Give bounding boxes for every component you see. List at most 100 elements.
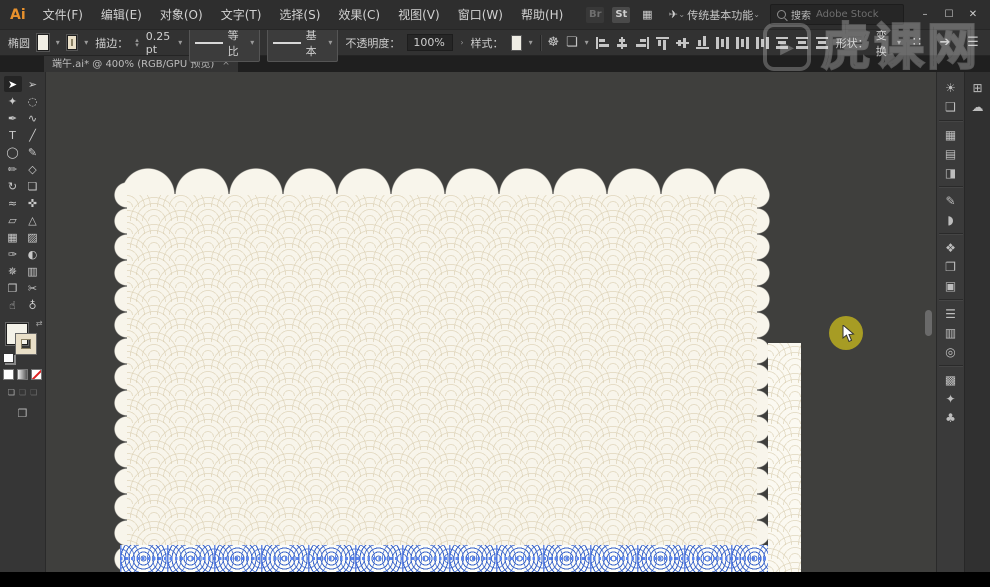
drawing-mode-icon[interactable]: ❏ [8, 388, 15, 397]
isolate-arrow-icon[interactable]: ➔ [936, 35, 954, 50]
select-similar-icon[interactable]: ❏ [566, 35, 578, 50]
maximize-button[interactable]: ☐ [938, 6, 960, 24]
change-screen-mode-icon[interactable]: ❐ [0, 407, 45, 420]
align-vertical-center-icon[interactable] [676, 37, 689, 49]
menu-item[interactable]: 帮助(H) [512, 2, 572, 27]
ellipse-tool[interactable]: ◯ [4, 144, 22, 160]
gradient-tool[interactable]: ▨ [24, 229, 42, 245]
workspace-layout-icon[interactable]: ▦ [638, 7, 656, 23]
appearance-panel-icon[interactable]: ▥ [940, 323, 962, 342]
selection-tool[interactable]: ➤ [4, 76, 22, 92]
distribute-horizontal-center-icon[interactable] [796, 37, 809, 49]
stroke-weight-value[interactable]: 0.25 pt [146, 30, 172, 56]
symbol-tools-panel-icon[interactable]: ✦ [940, 389, 962, 408]
drawing-mode-icon[interactable]: ❏ [19, 388, 26, 397]
artboard-canvas[interactable] [46, 72, 936, 572]
symbols-panel-icon[interactable]: ♣ [940, 408, 962, 427]
distribute-horizontal-right-icon[interactable] [816, 37, 829, 49]
line-segment-tool[interactable]: ╱ [24, 127, 42, 143]
close-button[interactable]: ✕ [962, 6, 984, 24]
lasso-tool[interactable]: ◌ [24, 93, 42, 109]
stock-icon[interactable]: St [612, 7, 630, 23]
transform-panel-icon[interactable]: ▦ [940, 125, 962, 144]
puppet-warp-tool[interactable]: ✜ [24, 195, 42, 211]
chevron-down-icon[interactable]: ▾ [178, 38, 182, 47]
menu-item[interactable]: 文字(T) [212, 2, 271, 27]
width-tool[interactable]: ≈ [4, 195, 22, 211]
shape-builder-tool[interactable]: ▱ [4, 212, 22, 228]
chevron-down-icon[interactable]: ▾ [585, 38, 589, 47]
swatches-panel-icon[interactable]: ❑ [940, 97, 962, 116]
symbol-sprayer-tool[interactable]: ✵ [4, 263, 22, 279]
fill-color-swatch[interactable] [37, 34, 49, 51]
magic-wand-tool[interactable]: ✦ [4, 93, 22, 109]
color-panel-icon[interactable]: ☀ [940, 78, 962, 97]
properties-panel-icon[interactable]: ☰ [940, 304, 962, 323]
align-panel-icon[interactable]: ▤ [940, 144, 962, 163]
blend-tool[interactable]: ◐ [24, 246, 42, 262]
menu-item[interactable]: 选择(S) [270, 2, 329, 27]
hand-tool[interactable]: ☝ [4, 297, 22, 313]
menu-item[interactable]: 文件(F) [34, 2, 92, 27]
slice-tool[interactable]: ✂ [24, 280, 42, 296]
color-button[interactable] [3, 369, 14, 380]
perspective-grid-tool[interactable]: △ [24, 212, 42, 228]
chevron-down-icon[interactable]: ▾ [84, 38, 88, 47]
opacity-more-icon[interactable]: › [460, 38, 463, 47]
align-vertical-bottom-icon[interactable] [696, 37, 709, 49]
pathfinder-panel-icon[interactable]: ◨ [940, 163, 962, 182]
stroke-weight-stepper[interactable]: ▴▾ [135, 38, 139, 48]
curvature-tool[interactable]: ∿ [24, 110, 42, 126]
align-horizontal-right-icon[interactable] [636, 37, 649, 49]
free-transform-tool[interactable]: ❏ [24, 178, 42, 194]
artboards-panel-icon[interactable]: ▣ [940, 276, 962, 295]
artboard-tool[interactable]: ❐ [4, 280, 22, 296]
gradient-panel-icon[interactable]: ◗ [940, 210, 962, 229]
eraser-tool[interactable]: ◇ [24, 161, 42, 177]
transparency-panel-icon[interactable]: ◎ [940, 342, 962, 361]
none-button[interactable] [31, 369, 42, 380]
stock-search-input[interactable]: 搜索 Adobe Stock [770, 4, 904, 25]
opacity-label[interactable]: 不透明度： [345, 35, 400, 51]
pencil-tool[interactable]: ✏ [4, 161, 22, 177]
layers-panel-icon[interactable]: ❖ [940, 238, 962, 257]
distribute-vertical-bottom-icon[interactable] [756, 37, 769, 49]
menu-item[interactable]: 对象(O) [151, 2, 212, 27]
menu-item[interactable]: 效果(C) [329, 2, 389, 27]
distribute-horizontal-left-icon[interactable] [776, 37, 789, 49]
drawing-mode-icon[interactable]: ❏ [30, 388, 37, 397]
column-graph-tool[interactable]: ▥ [24, 263, 42, 279]
gradient-button[interactable] [17, 369, 28, 380]
paintbrush-tool[interactable]: ✎ [24, 144, 42, 160]
zoom-tool[interactable]: ♁ [24, 297, 42, 313]
dots-grid-icon[interactable]: ∷ [908, 35, 926, 50]
minimize-button[interactable]: – [914, 6, 936, 24]
chevron-down-icon[interactable]: ▾ [529, 38, 533, 47]
bridge-icon[interactable]: Br [586, 7, 604, 23]
pen-tool[interactable]: ✒ [4, 110, 22, 126]
chevron-down-icon[interactable]: ⌄ [678, 10, 685, 19]
menu-item[interactable]: 视图(V) [389, 2, 449, 27]
graphic-style-swatch[interactable] [511, 35, 522, 51]
rotate-tool[interactable]: ↻ [4, 178, 22, 194]
default-fill-stroke-icon[interactable] [3, 353, 14, 363]
distribute-vertical-center-icon[interactable] [736, 37, 749, 49]
vertical-scrollbar-thumb[interactable] [925, 310, 932, 336]
align-vertical-top-icon[interactable] [656, 37, 669, 49]
opacity-value[interactable]: 100% [407, 34, 453, 51]
recolor-artwork-icon[interactable]: ☸ [547, 35, 559, 50]
align-horizontal-left-icon[interactable] [596, 37, 609, 49]
brushes-panel-icon[interactable]: ✎ [940, 191, 962, 210]
libraries-icon[interactable]: ⊞ [967, 78, 989, 97]
stroke-swatch[interactable] [16, 334, 36, 354]
chevron-down-icon[interactable]: ▾ [897, 38, 901, 47]
mesh-tool[interactable]: ▦ [4, 229, 22, 245]
distribute-vertical-top-icon[interactable] [716, 37, 729, 49]
menu-item[interactable]: 窗口(W) [449, 2, 512, 27]
stroke-color-swatch[interactable] [67, 35, 77, 50]
eyedropper-tool[interactable]: ✑ [4, 246, 22, 262]
align-horizontal-center-icon[interactable] [616, 37, 629, 49]
chevron-down-icon[interactable]: ▾ [56, 38, 60, 47]
type-tool[interactable]: T [4, 127, 22, 143]
creative-cloud-icon[interactable]: ☁ [967, 97, 989, 116]
